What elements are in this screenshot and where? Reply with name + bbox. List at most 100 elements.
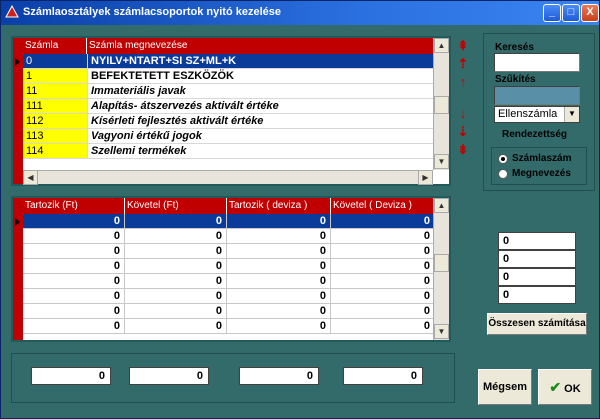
narrow-field-value: Ellenszámla (498, 108, 558, 120)
current-row-arrow-icon (15, 58, 20, 66)
search-label: Keresés (495, 42, 534, 53)
bottom-total-credit-fx[interactable]: 0 (343, 367, 423, 385)
page-up-icon[interactable]: ⇡ (455, 56, 471, 72)
credit-fx-cell[interactable]: 0 (331, 274, 435, 289)
sort-label: Rendezettség (502, 129, 568, 140)
move-bottom-icon[interactable]: ⇟ (455, 142, 471, 158)
debit-fx-cell[interactable]: 0 (227, 304, 331, 319)
debit-fx-cell[interactable]: 0 (227, 214, 331, 229)
credit-fx-cell[interactable]: 0 (331, 319, 435, 334)
account-code: 1 (23, 69, 87, 84)
total-debit-fx-field[interactable]: 0 (498, 268, 576, 286)
debit-fx-cell[interactable]: 0 (227, 229, 331, 244)
account-name: NYILV+NTART+SI SZ+ML+K (87, 54, 435, 69)
move-top-icon[interactable]: ⇞ (455, 38, 471, 54)
accounts-grid[interactable]: Számla Számla megnevezése 0 NYILV+NTART+… (11, 36, 451, 186)
scroll-left-icon[interactable]: ◀ (23, 170, 38, 185)
debit-huf-cell[interactable]: 0 (23, 229, 125, 244)
account-code: 113 (23, 129, 87, 144)
total-debit-huf-field[interactable]: 0 (498, 232, 576, 250)
credit-huf-cell[interactable]: 0 (125, 229, 227, 244)
close-button[interactable]: X (581, 4, 599, 22)
move-down-icon[interactable]: ↓ (455, 106, 471, 122)
radio-selected-icon (498, 154, 508, 164)
narrow-field-select[interactable]: Ellenszámla ▼ (494, 106, 580, 123)
bottom-total-debit-fx[interactable]: 0 (239, 367, 319, 385)
credit-huf-cell[interactable]: 0 (125, 259, 227, 274)
column-header-account[interactable]: Számla (23, 38, 87, 54)
scroll-up-icon[interactable]: ▲ (434, 198, 449, 213)
total-credit-huf-field[interactable]: 0 (498, 250, 576, 268)
credit-fx-cell[interactable]: 0 (331, 244, 435, 259)
credit-fx-cell[interactable]: 0 (331, 259, 435, 274)
page-down-icon[interactable]: ⇣ (455, 124, 471, 140)
horizontal-scrollbar[interactable]: ◀ ▶ (23, 170, 433, 185)
scroll-right-icon[interactable]: ▶ (418, 170, 433, 185)
account-name: Alapítás- átszervezés aktivált értéke (87, 99, 435, 114)
column-header-debit-fx[interactable]: Tartozik ( deviza ) (227, 198, 331, 214)
chevron-down-icon[interactable]: ▼ (564, 107, 579, 122)
account-name: Szellemi termékek (87, 144, 435, 159)
debit-huf-cell[interactable]: 0 (23, 319, 125, 334)
sort-option-account[interactable]: Számlaszám (498, 152, 584, 166)
scroll-down-icon[interactable]: ▼ (434, 154, 449, 169)
scroll-thumb[interactable] (434, 96, 449, 114)
column-header-credit-fx[interactable]: Követel ( Deviza ) (331, 198, 435, 214)
scroll-thumb[interactable] (434, 254, 449, 272)
vertical-scrollbar[interactable]: ▲ ▼ (433, 38, 449, 170)
check-icon: ✔ (549, 379, 562, 395)
credit-huf-cell[interactable]: 0 (125, 304, 227, 319)
credit-huf-cell[interactable]: 0 (125, 274, 227, 289)
column-header-credit-huf[interactable]: Követel (Ft) (125, 198, 227, 214)
balance-grid[interactable]: Tartozik (Ft) Követel (Ft) Tartozik ( de… (11, 196, 451, 342)
narrow-input[interactable] (494, 86, 580, 105)
credit-fx-cell[interactable]: 0 (331, 229, 435, 244)
debit-huf-cell[interactable]: 0 (23, 259, 125, 274)
column-header-debit-huf[interactable]: Tartozik (Ft) (23, 198, 125, 214)
app-icon (5, 5, 19, 18)
credit-huf-cell[interactable]: 0 (125, 289, 227, 304)
ok-button-label: OK (564, 383, 581, 395)
vertical-scrollbar[interactable]: ▲ ▼ (433, 198, 449, 340)
debit-fx-cell[interactable]: 0 (227, 259, 331, 274)
debit-huf-cell[interactable]: 0 (23, 274, 125, 289)
debit-fx-cell[interactable]: 0 (227, 244, 331, 259)
debit-huf-cell[interactable]: 0 (23, 214, 125, 229)
account-name: Immateriális javak (87, 84, 435, 99)
credit-huf-cell[interactable]: 0 (125, 319, 227, 334)
debit-fx-cell[interactable]: 0 (227, 319, 331, 334)
credit-fx-cell[interactable]: 0 (331, 289, 435, 304)
account-code: 112 (23, 114, 87, 129)
account-name: Kísérleti fejlesztés aktivált értéke (87, 114, 435, 129)
account-name: BEFEKTETETT ESZKÖZÖK (87, 69, 435, 84)
column-header-account-name[interactable]: Számla megnevezése (87, 38, 435, 54)
bottom-total-credit-huf[interactable]: 0 (129, 367, 209, 385)
bottom-total-debit-huf[interactable]: 0 (31, 367, 111, 385)
credit-fx-cell[interactable]: 0 (331, 304, 435, 319)
debit-huf-cell[interactable]: 0 (23, 289, 125, 304)
account-code: 11 (23, 84, 87, 99)
sort-option-label: Megnevezés (512, 168, 571, 179)
credit-huf-cell[interactable]: 0 (125, 214, 227, 229)
credit-huf-cell[interactable]: 0 (125, 244, 227, 259)
debit-huf-cell[interactable]: 0 (23, 244, 125, 259)
debit-huf-cell[interactable]: 0 (23, 304, 125, 319)
sort-option-name[interactable]: Megnevezés (498, 167, 584, 181)
move-up-icon[interactable]: ↑ (455, 74, 471, 90)
cancel-button[interactable]: Mégsem (478, 369, 532, 405)
credit-fx-cell[interactable]: 0 (331, 214, 435, 229)
scroll-down-icon[interactable]: ▼ (434, 324, 449, 339)
account-code: 114 (23, 144, 87, 159)
account-code: 0 (23, 54, 87, 69)
account-code: 111 (23, 99, 87, 114)
scroll-up-icon[interactable]: ▲ (434, 38, 449, 53)
calculate-totals-button[interactable]: Összesen számítása (487, 313, 587, 335)
radio-empty-icon (498, 169, 508, 179)
minimize-button[interactable]: _ (543, 4, 561, 22)
maximize-button[interactable]: □ (562, 4, 580, 22)
total-credit-fx-field[interactable]: 0 (498, 286, 576, 304)
ok-button[interactable]: ✔ OK (538, 369, 592, 405)
debit-fx-cell[interactable]: 0 (227, 274, 331, 289)
search-input[interactable] (494, 53, 580, 72)
debit-fx-cell[interactable]: 0 (227, 289, 331, 304)
